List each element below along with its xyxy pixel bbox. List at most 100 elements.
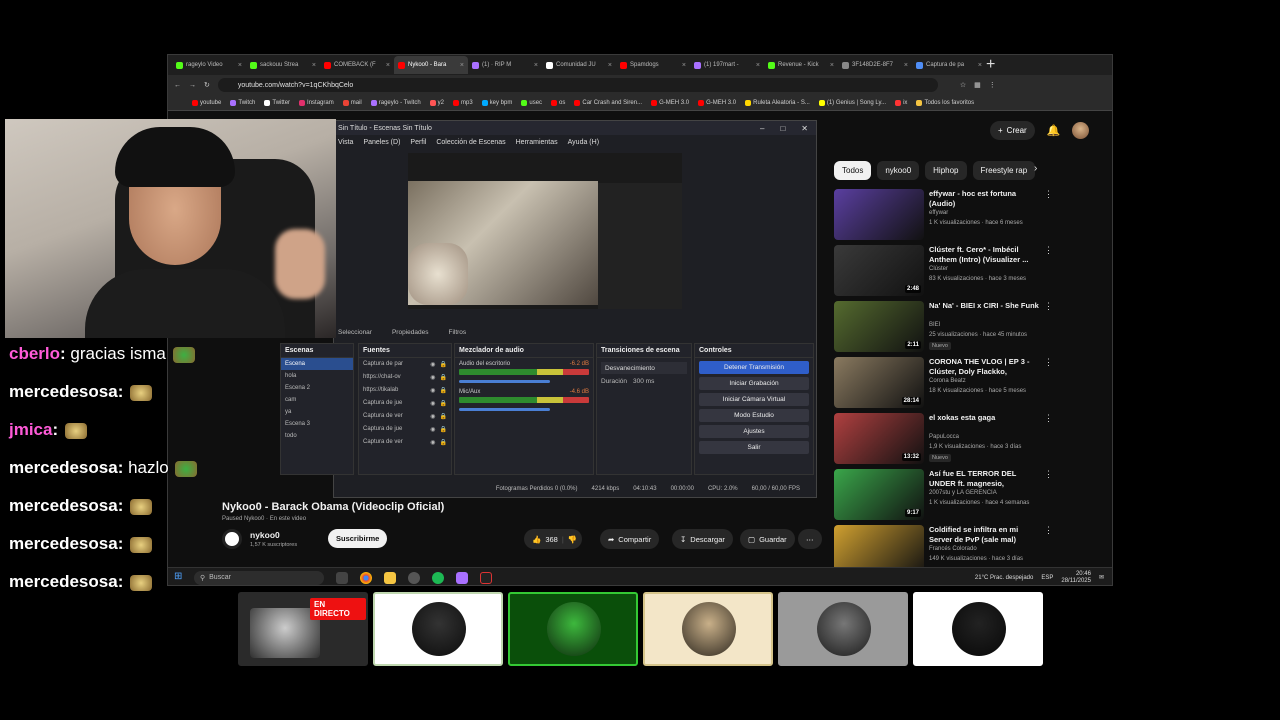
recommended-video[interactable]: 2:11 Na' Na' - BIEI x CIRI - She Funk BIEI… bbox=[834, 299, 1054, 355]
volume-slider[interactable] bbox=[459, 408, 550, 411]
bookmark-item[interactable]: Ruleta Aleatoria - S... bbox=[745, 99, 810, 106]
video-thumbnail[interactable]: 13:32 bbox=[834, 413, 924, 464]
bookmark-item[interactable]: key bpm bbox=[481, 99, 512, 106]
more-options-icon[interactable]: ⋮ bbox=[1044, 469, 1053, 480]
tab-close-icon[interactable]: × bbox=[756, 62, 760, 69]
notification-icon[interactable]: ✉ bbox=[1099, 574, 1104, 581]
filter-chip[interactable]: Todos bbox=[834, 161, 872, 180]
video-channel[interactable]: Corona Beatz bbox=[929, 378, 966, 384]
browser-tab[interactable]: Captura de pa × bbox=[912, 56, 986, 74]
menu-icon[interactable]: ⋮ bbox=[989, 81, 996, 89]
eye-icon[interactable]: ◉ bbox=[430, 439, 435, 446]
recommended-video[interactable]: effywar - hoc est fortuna (Audio) effywar… bbox=[834, 187, 1054, 243]
tab-close-icon[interactable]: × bbox=[978, 62, 982, 69]
bookmark-item[interactable]: rageylo - Twitch bbox=[370, 99, 421, 106]
tab-close-icon[interactable]: × bbox=[386, 62, 390, 69]
browser-tab[interactable]: COMEBACK (F × bbox=[320, 56, 394, 74]
tab-close-icon[interactable]: × bbox=[608, 62, 612, 69]
browser-tab[interactable]: Nykoo0 - Bara × bbox=[394, 56, 468, 74]
chat-username[interactable]: mercedesosa bbox=[9, 572, 118, 591]
extensions-icon[interactable]: ▦ bbox=[974, 81, 981, 89]
scene-item[interactable]: Escena bbox=[281, 358, 353, 370]
obs-control-button[interactable]: Modo Estudio bbox=[699, 409, 809, 422]
new-tab-icon[interactable]: + bbox=[986, 56, 995, 74]
video-channel[interactable]: PapuLocca bbox=[929, 434, 959, 440]
bookmark-item[interactable]: usec bbox=[521, 99, 542, 106]
obs-menu-item[interactable]: Perfil bbox=[410, 139, 426, 146]
lock-icon[interactable]: 🔒 bbox=[440, 374, 447, 381]
bookmark-item[interactable]: Twitch bbox=[230, 99, 255, 106]
obs-menu-item[interactable]: Paneles (D) bbox=[363, 139, 400, 146]
video-title[interactable]: Coldified se infiltra en mi Server de Pv… bbox=[929, 525, 1039, 545]
eye-icon[interactable]: ◉ bbox=[430, 387, 435, 394]
recommended-video[interactable]: 28:14 CORONA THE VLOG | EP 3 - Clúster, D… bbox=[834, 355, 1054, 411]
obs-menu-item[interactable]: Ayuda (H) bbox=[568, 139, 599, 146]
more-options-icon[interactable]: ⋮ bbox=[1044, 357, 1053, 368]
filter-chip[interactable]: Freestyle rap bbox=[972, 161, 1036, 180]
tab-close-icon[interactable]: × bbox=[534, 62, 538, 69]
back-icon[interactable]: ← bbox=[174, 82, 181, 89]
tab-filters[interactable]: Filtros bbox=[448, 329, 466, 336]
source-item[interactable]: https://tikalab ◉ 🔒 bbox=[359, 384, 451, 397]
source-item[interactable]: Captura de ver ◉ 🔒 bbox=[359, 436, 451, 449]
video-title[interactable]: effywar - hoc est fortuna (Audio) bbox=[929, 189, 1039, 209]
folder-icon[interactable] bbox=[384, 571, 396, 584]
video-thumbnail[interactable]: 2:11 bbox=[834, 301, 924, 352]
video-channel[interactable]: 2007stu y LA GERENCIA bbox=[929, 490, 997, 496]
lock-icon[interactable]: 🔒 bbox=[440, 387, 447, 394]
share-button[interactable]: ➦ Compartir bbox=[600, 529, 660, 549]
filter-chip[interactable]: nykoo0 bbox=[877, 161, 920, 180]
more-options-icon[interactable]: ⋮ bbox=[1044, 301, 1053, 312]
recommended-video[interactable]: 9:17 Así fue EL TERROR DEL UNDER ft. magn… bbox=[834, 467, 1054, 523]
more-options-icon[interactable]: ⋮ bbox=[1044, 413, 1053, 424]
eye-icon[interactable]: ◉ bbox=[430, 374, 435, 381]
download-button[interactable]: ↧ Descargar bbox=[672, 529, 733, 549]
video-title[interactable]: Na' Na' - BIEI x CIRI - She Funk bbox=[929, 301, 1039, 311]
eye-icon[interactable]: ◉ bbox=[430, 413, 435, 420]
browser-tab[interactable]: rageylo Video × bbox=[172, 56, 246, 74]
tab-close-icon[interactable]: × bbox=[682, 62, 686, 69]
bookmark-item[interactable]: mp3 bbox=[453, 99, 473, 106]
like-button[interactable]: 👍 368 | 👎 bbox=[524, 529, 582, 549]
more-options-icon[interactable]: ⋮ bbox=[1044, 525, 1053, 536]
video-thumbnail[interactable]: 9:17 bbox=[834, 469, 924, 520]
obs-control-button[interactable]: Detener Transmisión bbox=[699, 361, 809, 374]
video-channel[interactable]: Francés Colorado bbox=[929, 546, 977, 552]
bookmark-item[interactable]: Car Crash and Siren... bbox=[574, 99, 642, 106]
spotify-icon[interactable] bbox=[432, 571, 444, 584]
scene-item[interactable]: hola bbox=[281, 370, 353, 382]
bookmark-item[interactable]: Twitter bbox=[264, 99, 290, 106]
maximize-icon[interactable]: □ bbox=[780, 124, 785, 133]
eye-icon[interactable]: ◉ bbox=[430, 400, 435, 407]
bookmark-item[interactable]: y2 bbox=[429, 99, 444, 106]
avatar[interactable] bbox=[1072, 122, 1090, 139]
close-icon[interactable]: ✕ bbox=[801, 124, 808, 133]
tab-close-icon[interactable]: × bbox=[312, 62, 316, 69]
video-thumbnail[interactable] bbox=[834, 189, 924, 240]
bookmark-item[interactable]: mail bbox=[342, 99, 362, 106]
duration-input[interactable]: 300 ms bbox=[633, 378, 654, 385]
chevron-right-icon[interactable]: › bbox=[1034, 163, 1037, 174]
video-title[interactable]: Así fue EL TERROR DEL UNDER ft. magnesio… bbox=[929, 469, 1039, 489]
recommended-video[interactable]: 13:32 el xokas esta gaga PapuLocca 1,9 K vi… bbox=[834, 411, 1054, 467]
source-item[interactable]: https://chat-ov ◉ 🔒 bbox=[359, 371, 451, 384]
tab-close-icon[interactable]: × bbox=[460, 62, 464, 69]
browser-tab[interactable]: Comunidad JU × bbox=[542, 56, 616, 74]
minimize-icon[interactable]: – bbox=[760, 124, 764, 133]
tab-close-icon[interactable]: × bbox=[830, 62, 834, 69]
more-options-icon[interactable]: ⋮ bbox=[1044, 245, 1053, 256]
lock-icon[interactable]: 🔒 bbox=[440, 426, 447, 433]
lock-icon[interactable]: 🔒 bbox=[440, 400, 447, 407]
create-button[interactable]: + Crear bbox=[990, 121, 1035, 140]
recommended-video[interactable]: 2:48 Clúster ft. Cero* - Imbécil Anthem (… bbox=[834, 243, 1054, 299]
video-thumbnail[interactable]: 2:48 bbox=[834, 245, 924, 296]
obs-icon[interactable] bbox=[408, 571, 420, 584]
eye-icon[interactable]: ◉ bbox=[430, 361, 435, 368]
scene-item[interactable]: Escena 3 bbox=[281, 418, 353, 430]
more-options-icon[interactable]: ⋮ bbox=[1044, 189, 1053, 200]
bookmark-item[interactable]: os bbox=[551, 99, 565, 106]
obs-control-button[interactable]: Salir bbox=[699, 441, 809, 454]
app-icon[interactable] bbox=[456, 571, 468, 584]
url-input[interactable]: youtube.com/watch?v=1qCKhbqCelo bbox=[217, 78, 938, 92]
obs-menu-item[interactable]: Herramientas bbox=[516, 139, 558, 146]
